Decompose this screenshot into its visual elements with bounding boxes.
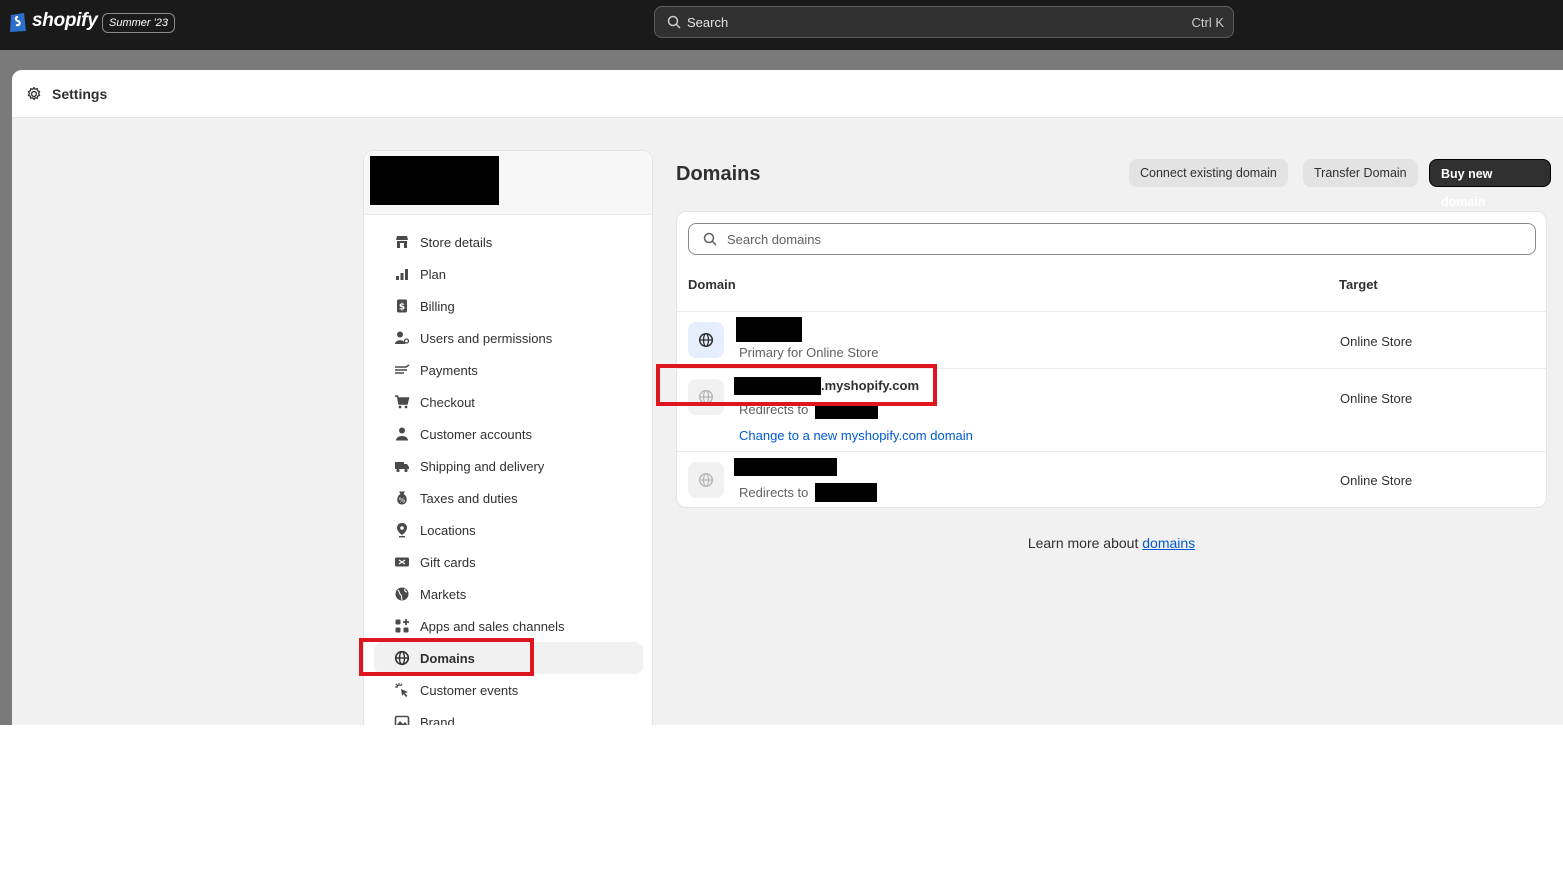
sidebar-item-locations[interactable]: Locations — [374, 514, 643, 546]
sidebar-item-gift-cards[interactable]: Gift cards — [374, 546, 643, 578]
domain-status: Primary for Online Store — [739, 345, 879, 360]
highlight-domains-nav — [359, 638, 534, 676]
sidebar-item-brand[interactable]: Brand — [374, 706, 643, 725]
brand-icon — [394, 715, 410, 725]
location-icon — [397, 523, 407, 538]
plan-icon — [396, 269, 408, 280]
buy-new-domain-button[interactable]: Buy new domain — [1429, 159, 1551, 209]
sidebar-item-label: Apps and sales channels — [420, 618, 565, 634]
highlight-myshopify-domain — [656, 364, 937, 406]
sidebar-item-label: Customer events — [420, 682, 519, 698]
sidebar-item-label: Customer accounts — [420, 426, 532, 442]
domain-target: Online Store — [1340, 334, 1413, 349]
payments-icon — [395, 364, 410, 374]
search-icon — [667, 15, 681, 29]
store-icon — [396, 236, 408, 248]
billing-icon: $ — [397, 299, 407, 313]
sidebar-item-checkout[interactable]: Checkout — [374, 386, 643, 418]
sidebar-item-payments[interactable]: Payments — [374, 354, 643, 386]
svg-text:$: $ — [399, 303, 405, 313]
sidebar-item-label: Brand — [420, 714, 455, 726]
redacted-redirect-target — [815, 483, 877, 502]
globe-icon — [395, 587, 409, 601]
shopify-logo[interactable]: shopify — [8, 9, 98, 33]
top-bar: shopify Summer '23 Search Ctrl K — [0, 0, 1563, 50]
sidebar-item-label: Shipping and delivery — [420, 458, 545, 474]
search-icon — [703, 232, 717, 246]
sidebar-item-label: Billing — [420, 298, 455, 314]
gift-card-icon — [395, 557, 409, 567]
domain-status: Redirects to — [739, 485, 809, 500]
learn-more: Learn more about domains — [676, 535, 1547, 551]
change-myshopify-domain-link[interactable]: Change to a new myshopify.com domain — [739, 428, 973, 443]
svg-text:%: % — [399, 497, 406, 505]
sidebar-item-label: Locations — [420, 522, 476, 538]
sidebar-item-label: Plan — [420, 266, 447, 282]
sidebar-item-shipping-and-delivery[interactable]: Shipping and delivery — [374, 450, 643, 482]
sidebar-item-label: Checkout — [420, 394, 475, 410]
learn-more-text: Learn more about — [1027, 535, 1139, 551]
settings-header: Settings — [12, 70, 1563, 118]
edition-badge[interactable]: Summer '23 — [102, 13, 175, 33]
redacted-domain-name — [736, 317, 802, 342]
sidebar-item-customer-events[interactable]: Customer events — [374, 674, 643, 706]
brand-name: shopify — [32, 10, 98, 31]
table-row[interactable]: Primary for Online Store Online Store — [677, 311, 1546, 368]
settings-title: Settings — [52, 86, 108, 102]
users-icon — [395, 331, 410, 344]
column-header-target: Target — [1339, 277, 1378, 292]
gear-icon — [27, 86, 41, 101]
globe-redirect-icon — [698, 472, 714, 488]
tax-icon: % — [397, 491, 407, 505]
sidebar-item-label: Gift cards — [420, 554, 476, 570]
sidebar-item-customer-accounts[interactable]: Customer accounts — [374, 418, 643, 450]
domain-target: Online Store — [1340, 391, 1413, 406]
cart-icon — [395, 395, 410, 409]
store-header — [364, 151, 652, 215]
sidebar-item-label: Store details — [420, 234, 493, 250]
apps-icon — [395, 619, 409, 633]
person-icon — [396, 427, 408, 441]
table-row[interactable]: Redirects to Online Store — [677, 451, 1546, 507]
domain-icon — [688, 462, 724, 498]
sidebar-item-store-details[interactable]: Store details — [374, 226, 643, 258]
domain-icon-primary — [688, 322, 724, 358]
learn-more-domains-link[interactable]: domains — [1142, 535, 1195, 551]
sidebar-item-taxes-and-duties[interactable]: % Taxes and duties — [374, 482, 643, 514]
sidebar-item-label: Taxes and duties — [420, 490, 518, 506]
cursor-click-icon — [395, 683, 408, 697]
sidebar-item-label: Users and permissions — [420, 330, 553, 346]
transfer-domain-button[interactable]: Transfer Domain — [1303, 159, 1418, 187]
sidebar-item-label: Markets — [420, 586, 467, 602]
column-header-domain: Domain — [688, 277, 736, 292]
sidebar-item-label: Payments — [420, 362, 478, 378]
page-title: Domains — [676, 163, 761, 185]
sidebar-item-markets[interactable]: Markets — [374, 578, 643, 610]
redacted-store-name — [370, 156, 499, 205]
domains-card: Domain Target Primary for Online Store O… — [676, 211, 1547, 508]
sidebar-item-users-and-permissions[interactable]: Users and permissions — [374, 322, 643, 354]
search-label: Search — [687, 15, 729, 30]
truck-icon — [395, 462, 409, 473]
redacted-domain-name — [734, 458, 837, 476]
search-domains-input[interactable] — [727, 225, 1517, 253]
search-shortcut: Ctrl K — [1191, 15, 1225, 30]
domain-target: Online Store — [1340, 473, 1413, 488]
sidebar-item-billing[interactable]: $ Billing — [374, 290, 643, 322]
globe-icon — [698, 332, 714, 348]
sidebar-item-plan[interactable]: Plan — [374, 258, 643, 290]
connect-existing-domain-button[interactable]: Connect existing domain — [1129, 159, 1288, 187]
global-search-bar[interactable]: Search Ctrl K — [654, 6, 1234, 38]
domain-search-field[interactable] — [688, 223, 1536, 255]
shopify-bag-icon — [10, 13, 26, 32]
